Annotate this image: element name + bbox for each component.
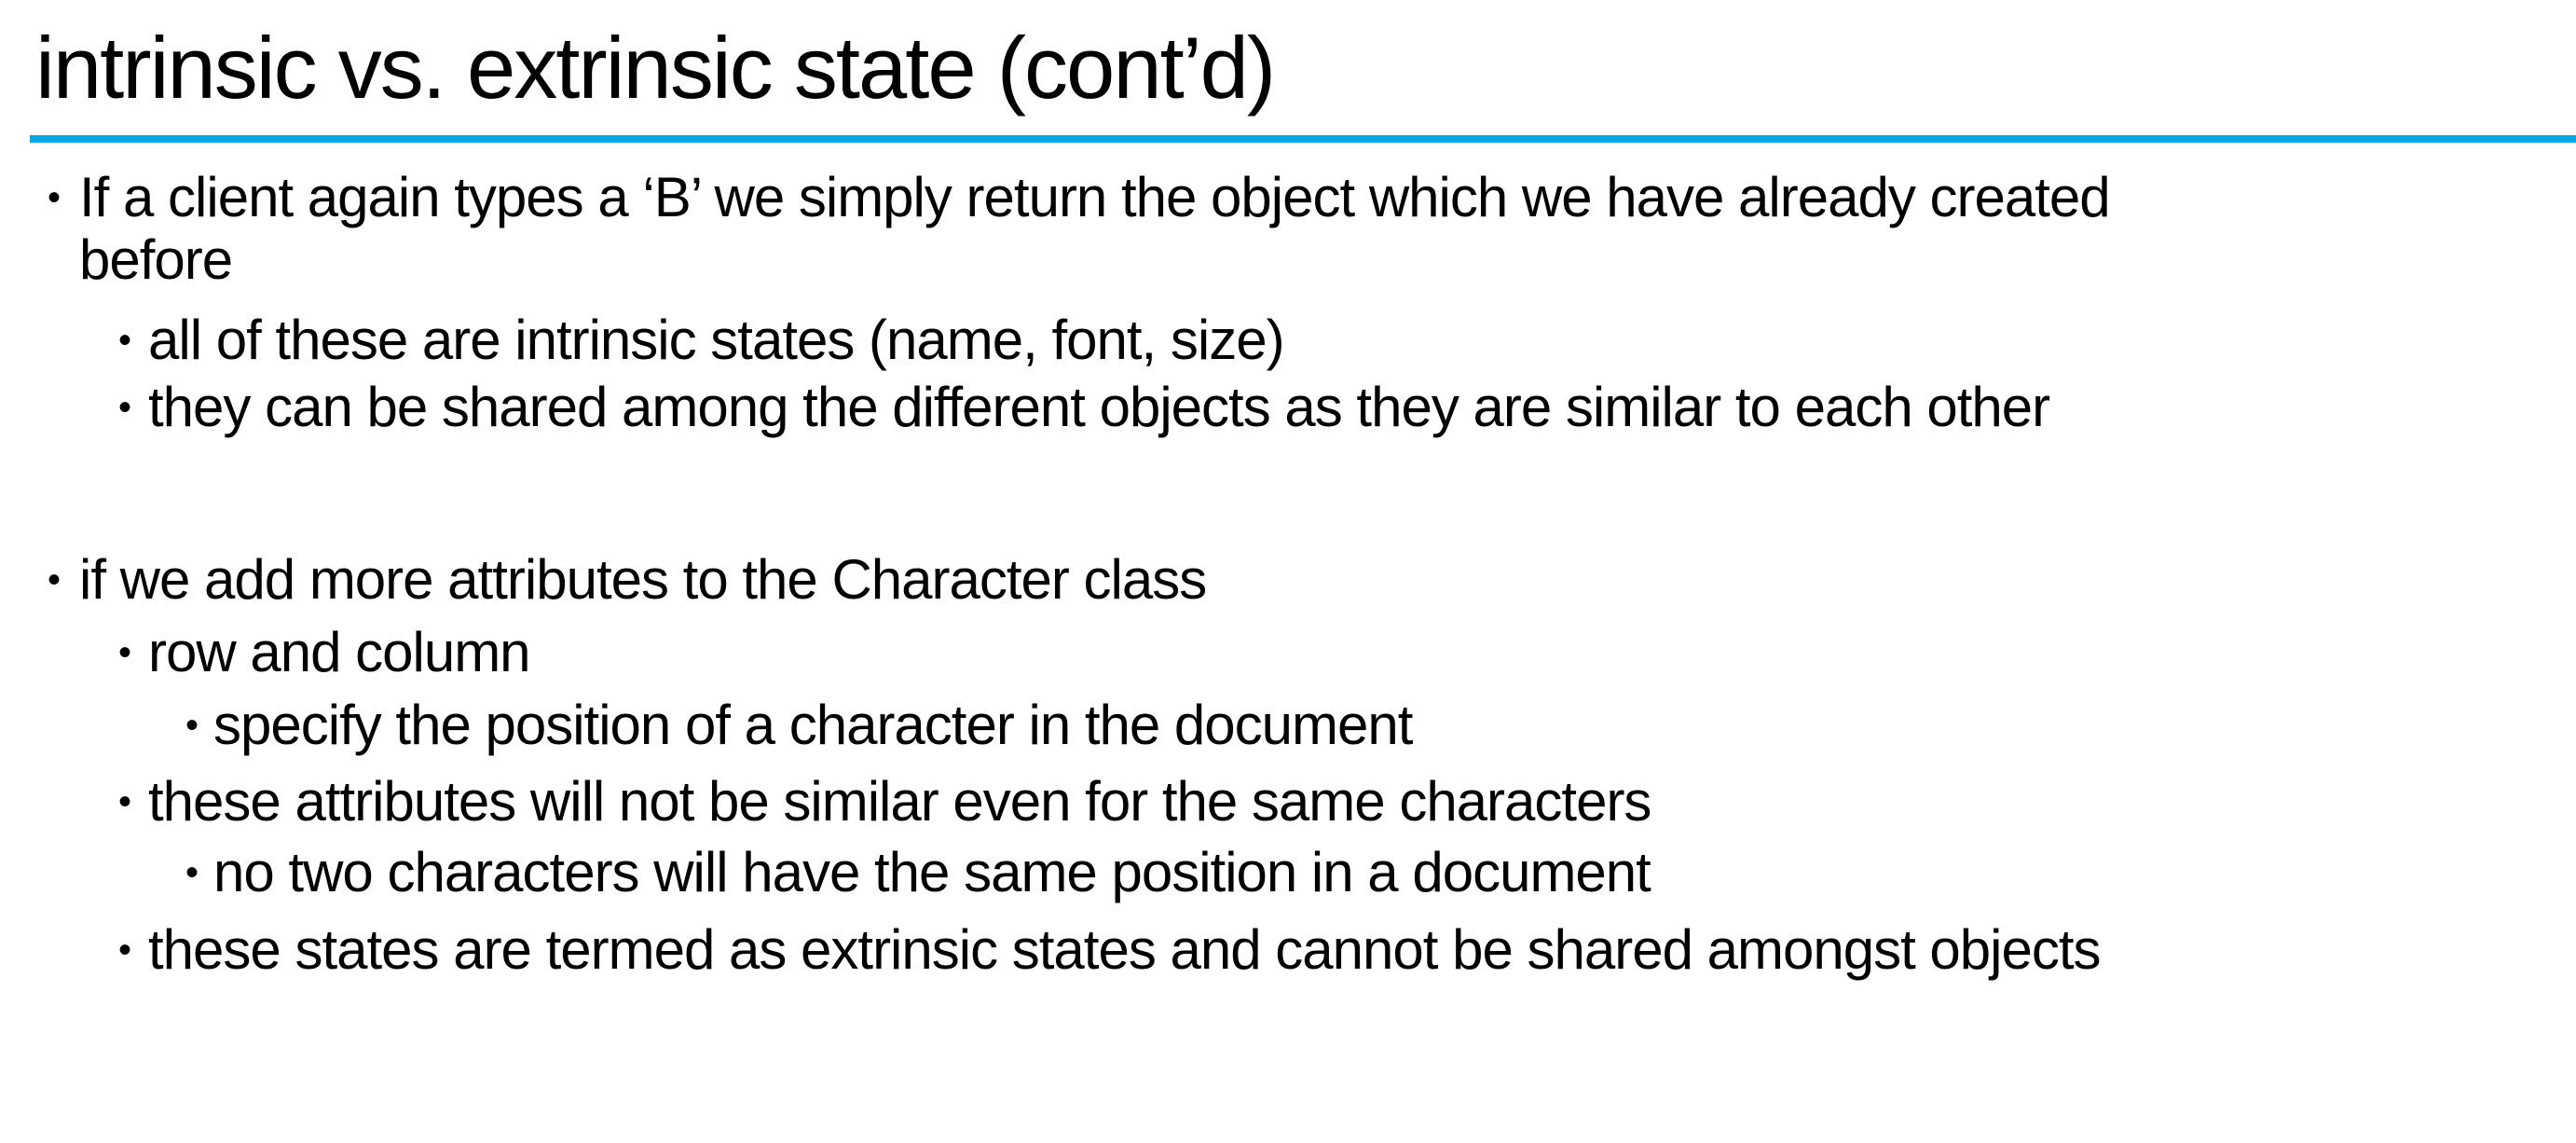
bullet-text: these attributes will not be similar eve… [148, 770, 1651, 833]
bullet-text: If a client again types a ‘B’ we simply … [79, 166, 2111, 228]
bullet-icon: • [118, 387, 131, 428]
bullet-line: • they can be shared among the different … [118, 376, 2050, 439]
bullet-text: before [79, 228, 233, 291]
bullet-text: they can be shared among the different o… [148, 376, 2050, 438]
bullet-icon: • [118, 632, 131, 673]
title-underline [30, 135, 2576, 143]
bullet-line: • specify the position of a character in … [185, 694, 1413, 757]
bullet-line: • if we add more attributes to the Charac… [48, 548, 1207, 612]
bullet-text: if we add more attributes to the Charact… [79, 548, 1207, 611]
bullet-text: specify the position of a character in t… [213, 694, 1413, 756]
bullet-icon: • [185, 705, 199, 746]
bullet-icon: • [118, 930, 131, 971]
bullet-icon: • [48, 559, 61, 600]
bullet-line: • If a client again types a ‘B’ we simply… [48, 166, 2111, 229]
bullet-line: • these attributes will not be similar ev… [118, 770, 1651, 833]
bullet-line: • all of these are intrinsic states (name… [118, 309, 1285, 372]
bullet-icon: • [118, 781, 131, 822]
bullet-text: row and column [148, 621, 531, 683]
bullet-line: • these states are termed as extrinsic st… [118, 918, 2102, 982]
slide-title: intrinsic vs. extrinsic state (cont’d) [35, 19, 1276, 117]
bullet-line: • row and column [118, 621, 531, 684]
bullet-icon: • [185, 852, 199, 893]
bullet-text: all of these are intrinsic states (name,… [148, 309, 1285, 371]
bullet-icon: • [48, 177, 61, 218]
bullet-text: these states are termed as extrinsic sta… [148, 918, 2102, 981]
bullet-icon: • [118, 320, 131, 361]
bullet-text: no two characters will have the same pos… [213, 841, 1651, 903]
bullet-line: • no two characters will have the same po… [185, 841, 1651, 904]
bullet-line-continuation: before [79, 228, 233, 292]
